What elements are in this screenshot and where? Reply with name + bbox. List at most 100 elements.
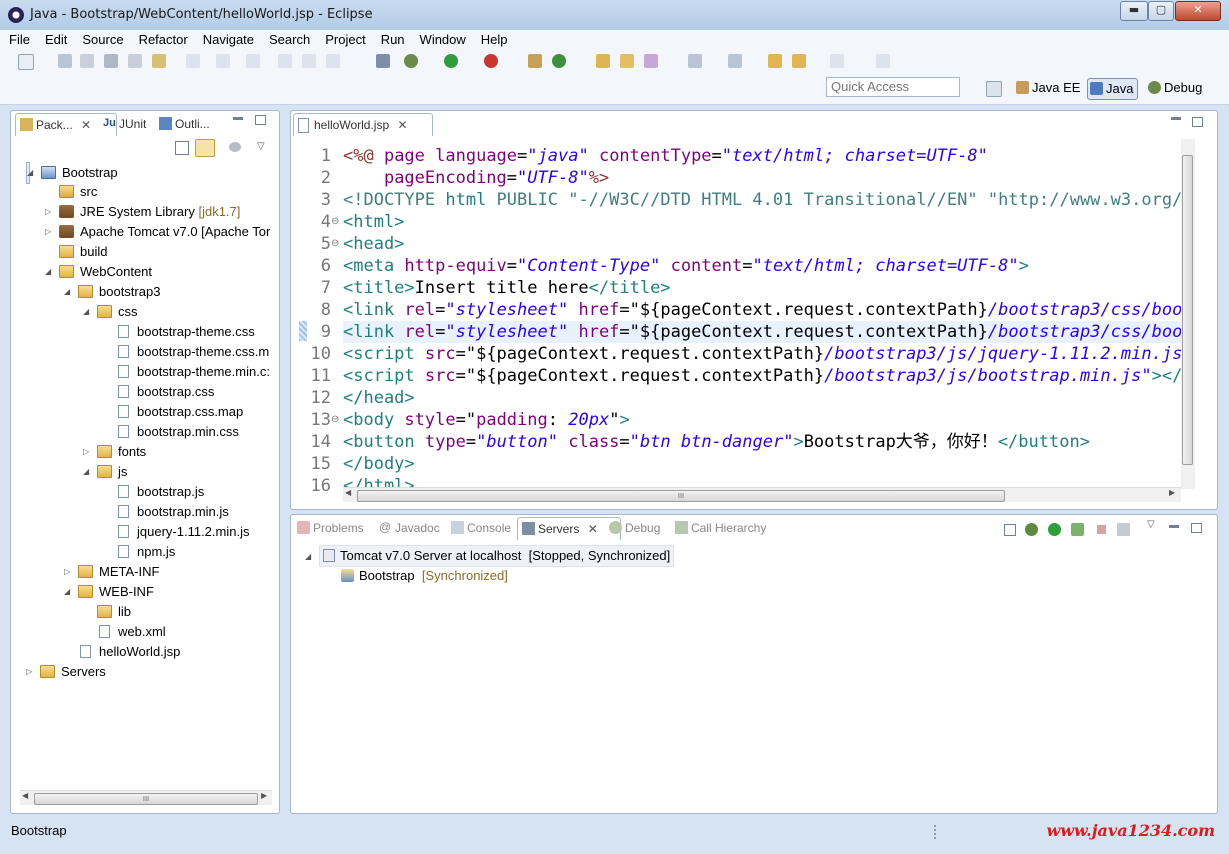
scroll-thumb[interactable]: III xyxy=(357,490,1005,502)
close-tab-icon[interactable]: ✕ xyxy=(588,522,598,536)
code-line[interactable]: </body> xyxy=(343,453,415,475)
collapse-all-icon[interactable] xyxy=(175,141,189,155)
run-icon[interactable] xyxy=(444,54,458,68)
code-line[interactable]: <head> xyxy=(343,233,404,255)
fold-toggle-icon[interactable]: ⊖ xyxy=(331,211,339,233)
menu-navigate[interactable]: Navigate xyxy=(194,30,260,50)
menu-project[interactable]: Project xyxy=(316,30,371,50)
scroll-right-arrow-icon[interactable]: ▶ xyxy=(1169,488,1175,497)
code-line[interactable]: <link rel="stylesheet" href="${pageConte… xyxy=(343,299,1183,321)
tree-item[interactable]: ◢ Bootstrap xyxy=(26,162,118,184)
fold-toggle-icon[interactable]: ⊖ xyxy=(331,409,339,431)
fold-toggle-icon[interactable]: ⊖ xyxy=(331,233,339,255)
minimize-view-icon[interactable] xyxy=(233,117,243,120)
expand-arrow-icon[interactable]: ▷ xyxy=(83,442,93,462)
suspend-icon[interactable] xyxy=(302,54,316,68)
minimize-view-icon[interactable] xyxy=(1169,525,1179,528)
maximize-view-icon[interactable] xyxy=(255,115,266,125)
filter-icon[interactable] xyxy=(229,142,241,152)
code-line[interactable]: pageEncoding="UTF-8"%> xyxy=(343,167,609,189)
start-server-icon[interactable] xyxy=(1048,523,1061,536)
vscroll-thumb[interactable] xyxy=(1182,155,1193,465)
collapse-arrow-icon[interactable]: ◢ xyxy=(83,462,93,482)
module-row-bootstrap[interactable]: Bootstrap [Synchronized] xyxy=(341,566,508,586)
close-tab-icon[interactable]: ✕ xyxy=(81,118,91,132)
skip-breakpoints-icon[interactable] xyxy=(376,54,390,68)
code-line[interactable]: <!DOCTYPE html PUBLIC "-//W3C//DTD HTML … xyxy=(343,189,1183,211)
scroll-left-arrow-icon[interactable]: ◀ xyxy=(22,791,28,800)
server-row-tomcat[interactable]: Tomcat v7.0 Server at localhost [Stopped… xyxy=(319,545,675,567)
menu-refactor[interactable]: Refactor xyxy=(130,30,194,50)
code-line[interactable]: <script src="${pageContext.request.conte… xyxy=(343,365,1183,387)
close-button[interactable]: ✕ xyxy=(1175,1,1221,21)
menu-source[interactable]: Source xyxy=(73,30,129,50)
prev-annotation-icon[interactable] xyxy=(728,54,742,68)
scroll-thumb[interactable]: III xyxy=(34,793,258,805)
back-icon[interactable] xyxy=(792,54,806,68)
perspective-debug[interactable]: Debug xyxy=(1146,78,1202,98)
collapse-arrow-icon[interactable]: ◢ xyxy=(64,582,74,602)
menu-run[interactable]: Run xyxy=(372,30,411,50)
code-line[interactable]: <meta http-equiv="Content-Type" content=… xyxy=(343,255,1029,277)
debug-icon[interactable] xyxy=(404,54,418,68)
redo-icon[interactable] xyxy=(216,54,230,68)
start-server-debug-icon[interactable] xyxy=(1025,523,1038,536)
terminate-icon[interactable] xyxy=(326,54,340,68)
view-menu-icon[interactable]: ▽ xyxy=(1147,519,1155,530)
save-all-icon[interactable] xyxy=(80,54,94,68)
search-icon[interactable] xyxy=(644,54,658,68)
editor-hscroll[interactable]: ◀ III ▶ xyxy=(343,487,1181,502)
code-line[interactable]: <html> xyxy=(343,211,404,233)
code-line[interactable]: <body style="padding: 20px"> xyxy=(343,409,630,431)
expand-arrow-icon[interactable]: ▷ xyxy=(64,562,74,582)
package-explorer-hscroll[interactable]: ◀ III ▶ xyxy=(20,790,272,805)
maximize-button[interactable]: ▢ xyxy=(1148,1,1174,21)
expand-arrow-icon[interactable]: ▷ xyxy=(45,222,55,242)
collapse-all-icon[interactable] xyxy=(1004,524,1016,536)
resume-icon[interactable] xyxy=(278,54,292,68)
tab-outline[interactable]: Outli... xyxy=(155,113,237,135)
save-icon[interactable] xyxy=(58,54,72,68)
perspective-java[interactable]: Java xyxy=(1087,78,1139,100)
menu-search[interactable]: Search xyxy=(260,30,316,50)
code-line[interactable]: <title>Insert title here</title> xyxy=(343,277,671,299)
quick-access-input[interactable] xyxy=(826,77,960,97)
perspective-java-ee[interactable]: Java EE xyxy=(1014,78,1080,98)
editor-vscroll[interactable] xyxy=(1181,139,1195,489)
code-line[interactable]: <button type="button" class="btn btn-dan… xyxy=(343,431,1090,453)
view-menu-icon[interactable]: ▽ xyxy=(257,141,265,152)
new-class-icon[interactable] xyxy=(552,54,566,68)
code-line[interactable]: <link rel="stylesheet" href="${pageConte… xyxy=(343,321,1183,343)
print-icon[interactable] xyxy=(104,54,118,68)
scroll-left-arrow-icon[interactable]: ◀ xyxy=(345,488,351,497)
menu-window[interactable]: Window xyxy=(411,30,472,50)
tasks-icon[interactable] xyxy=(152,54,166,68)
expand-arrow-icon[interactable]: ▷ xyxy=(45,202,55,222)
new-server-icon[interactable] xyxy=(528,54,542,68)
collapse-arrow-icon[interactable]: ◢ xyxy=(45,262,55,282)
code-line[interactable]: <script src="${pageContext.request.conte… xyxy=(343,343,1183,365)
collapse-arrow-icon[interactable]: ◢ xyxy=(64,282,74,302)
open-perspective-icon[interactable] xyxy=(986,81,1002,97)
menu-help[interactable]: Help xyxy=(472,30,514,50)
code-editor-text[interactable]: <%@ page language="java" contentType="te… xyxy=(343,145,1183,495)
minimize-button[interactable]: ▬ xyxy=(1120,1,1148,21)
forward-icon[interactable] xyxy=(830,54,844,68)
stop-server-icon[interactable] xyxy=(1097,525,1106,534)
collapse-arrow-icon[interactable]: ◢ xyxy=(83,302,93,322)
format-icon[interactable] xyxy=(128,54,142,68)
last-edit-icon[interactable] xyxy=(768,54,782,68)
scroll-right-arrow-icon[interactable]: ▶ xyxy=(261,791,267,800)
collapse-arrow-icon[interactable]: ◢ xyxy=(27,163,37,183)
new-icon[interactable] xyxy=(18,54,34,70)
tab-call-hierarchy[interactable]: Call Hierarchy xyxy=(671,517,795,539)
maximize-view-icon[interactable] xyxy=(1191,523,1202,533)
code-line[interactable]: <%@ page language="java" contentType="te… xyxy=(343,145,988,167)
tab-helloworld-jsp[interactable]: helloWorld.jsp ✕ xyxy=(293,113,433,136)
link-with-editor-icon[interactable] xyxy=(195,139,215,157)
close-tab-icon[interactable]: ✕ xyxy=(398,118,408,132)
next-annotation-icon[interactable] xyxy=(688,54,702,68)
start-server-profile-icon[interactable] xyxy=(1071,523,1084,536)
minimize-editor-icon[interactable] xyxy=(1171,117,1181,120)
menu-edit[interactable]: Edit xyxy=(36,30,73,50)
